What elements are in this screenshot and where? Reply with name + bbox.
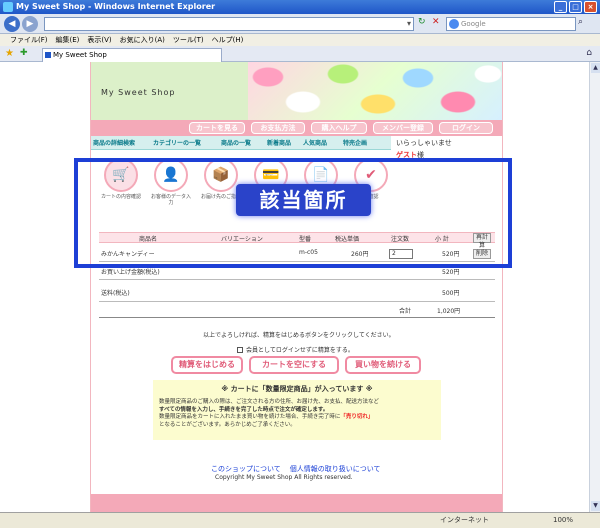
menu-tools[interactable]: ツール(T) — [173, 34, 204, 46]
stop-icon[interactable]: ✕ — [432, 17, 440, 27]
scroll-down-icon[interactable]: ▼ — [591, 501, 600, 511]
notice-line: 数量限定商品をカートに入れたまま買い物を続けた場合、手続き完了時に「売り切れ」 — [159, 414, 435, 422]
candy-hero-image — [248, 62, 502, 120]
copyright: Copyright My Sweet Shop All Rights reser… — [215, 474, 353, 481]
continue-shopping-button[interactable]: 買い物を続ける — [345, 356, 421, 374]
nav-product-list[interactable]: 商品の一覧 — [221, 138, 251, 147]
shop-logo[interactable]: My Sweet Shop — [101, 88, 175, 97]
address-bar: ◀ ▶ ▾ ↻ ✕ Google ⌕ — [0, 14, 600, 34]
main-nav: カートを見る お支払方法 購入ヘルプ メンバー登録 ログイン — [91, 120, 502, 136]
summary-row-total: 合計 1,020円 — [99, 302, 495, 318]
shop-page: My Sweet Shop カートを見る お支払方法 購入ヘルプ メンバー登録 … — [90, 62, 503, 512]
member-register-button[interactable]: メンバー登録 — [373, 122, 433, 134]
zoom-level[interactable]: 100% — [553, 513, 573, 528]
menu-favorites[interactable]: お気に入り(A) — [120, 34, 165, 46]
notice-line: となることがございます。あらかじめご了承ください。 — [159, 421, 296, 428]
menu-edit[interactable]: 編集(E) — [56, 34, 80, 46]
maximize-button[interactable]: □ — [569, 1, 582, 13]
footer-links: このショップについて 個人情報の取り扱いについて — [211, 464, 381, 474]
purchase-help-button[interactable]: 購入ヘルプ — [311, 122, 367, 134]
shop-header: My Sweet Shop — [91, 62, 502, 120]
tab-my-sweet-shop[interactable]: My Sweet Shop — [42, 48, 222, 62]
tab-bar: ★ ✚ My Sweet Shop ⌂ — [0, 46, 600, 62]
payment-methods-button[interactable]: お支払方法 — [251, 122, 305, 134]
notice-line-bold: すべての情報を入力し、手続きを完了した時点で注文が確定します。 — [159, 406, 329, 413]
security-zone: インターネット — [440, 516, 489, 524]
menu-view[interactable]: 表示(V) — [87, 34, 111, 46]
close-button[interactable]: × — [584, 1, 597, 13]
nav-popular-products[interactable]: 人気商品 — [303, 138, 327, 147]
nav-category-list[interactable]: カテゴリーの一覧 — [153, 138, 201, 147]
search-placeholder: Google — [461, 20, 486, 28]
browser-viewport: My Sweet Shop カートを見る お支払方法 購入ヘルプ メンバー登録 … — [0, 62, 589, 512]
category-bar: 商品の詳細検索 カテゴリーの一覧 商品の一覧 新着商品 人気商品 特売企画 — [91, 136, 391, 150]
search-icon[interactable]: ⌕ — [578, 17, 583, 27]
window-titlebar: My Sweet Shop - Windows Internet Explore… — [0, 0, 600, 14]
about-shop-link[interactable]: このショップについて — [211, 465, 281, 473]
checkbox-label: 会員としてログインせずに精算をする。 — [246, 347, 354, 354]
vertical-scrollbar[interactable]: ▲ ▼ — [589, 62, 600, 512]
checkout-no-login[interactable]: 会員としてログインせずに精算をする。 — [237, 345, 354, 354]
start-checkout-button[interactable]: 精算をはじめる — [171, 356, 243, 374]
url-input[interactable]: ▾ — [44, 17, 414, 31]
empty-cart-button[interactable]: カートを空にする — [249, 356, 339, 374]
home-icon[interactable]: ⌂ — [586, 48, 592, 58]
confirm-note: 以上でよろしければ、精算をはじめるボタンをクリックしてください。 — [203, 332, 395, 339]
summary-value: 500円 — [442, 290, 460, 297]
menu-help[interactable]: ヘルプ(H) — [212, 34, 244, 46]
summary-label: お買い上げ金額(税込) — [101, 269, 160, 276]
welcome-text: いらっしゃいませ — [396, 139, 452, 147]
summary-label: 送料(税込) — [101, 290, 130, 297]
nav-sale[interactable]: 特売企画 — [343, 138, 367, 147]
tab-label: My Sweet Shop — [53, 51, 107, 59]
limited-item-notice: ※ カートに「数量限定商品」が入っています ※ 数量限定商品のご購入の際は、ご注… — [153, 380, 441, 440]
minimize-button[interactable]: _ — [554, 1, 567, 13]
add-favorites-icon[interactable]: ✚ — [20, 48, 28, 58]
google-icon — [449, 19, 459, 29]
sold-out-text: 「売り切れ」 — [340, 414, 374, 420]
favorites-star-icon[interactable]: ★ — [5, 48, 14, 59]
checkbox[interactable] — [237, 347, 243, 353]
notice-title: ※ カートに「数量限定商品」が入っています ※ — [221, 385, 373, 393]
privacy-link[interactable]: 個人情報の取り扱いについて — [290, 465, 381, 473]
nav-new-products[interactable]: 新着商品 — [267, 138, 291, 147]
search-input[interactable]: Google — [446, 17, 576, 31]
forward-icon[interactable]: ▶ — [22, 16, 38, 32]
window-title: My Sweet Shop - Windows Internet Explore… — [16, 2, 216, 11]
cart-actions: 精算をはじめる カートを空にする 買い物を続ける — [171, 356, 431, 376]
notice-line-3: 数量限定商品をカートに入れたまま買い物を続けた場合、手続き完了時に — [159, 414, 341, 420]
status-bar: インターネット 100% — [0, 512, 600, 528]
menu-file[interactable]: ファイル(F) — [10, 34, 48, 46]
total-value: 1,020円 — [437, 308, 461, 315]
scroll-up-icon[interactable]: ▲ — [591, 63, 600, 73]
menu-bar: ファイル(F) 編集(E) 表示(V) お気に入り(A) ツール(T) ヘルプ(… — [0, 34, 600, 46]
back-icon[interactable]: ◀ — [4, 16, 20, 32]
ie-app-icon — [3, 2, 13, 12]
summary-value: 520円 — [442, 269, 460, 276]
window-controls: _ □ × — [554, 1, 597, 13]
dropdown-icon[interactable]: ▾ — [407, 19, 411, 28]
total-label: 合計 — [399, 308, 412, 315]
nav-search-detail[interactable]: 商品の詳細検索 — [93, 138, 135, 147]
login-button[interactable]: ログイン — [439, 122, 493, 134]
refresh-icon[interactable]: ↻ — [418, 17, 426, 27]
footer-bar — [91, 494, 502, 512]
view-cart-button[interactable]: カートを見る — [189, 122, 245, 134]
highlight-frame — [74, 158, 512, 268]
notice-line: 数量限定商品のご購入の際は、ご注文される方の住所、お届け先、お支払、配送方法など — [159, 399, 380, 405]
summary-row-shipping: 送料(税込) 500円 — [99, 280, 495, 302]
